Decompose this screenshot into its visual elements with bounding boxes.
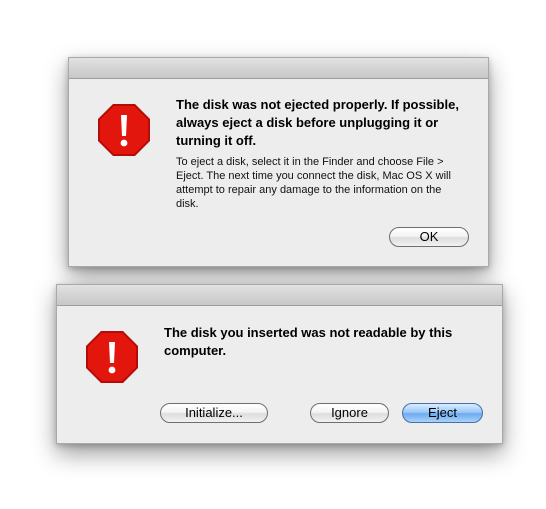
stop-alert-icon bbox=[98, 104, 150, 156]
disk-not-ejected-dialog: The disk was not ejected properly. If po… bbox=[68, 57, 489, 267]
alert-informative-text: To eject a disk, select it in the Finder… bbox=[176, 156, 451, 210]
initialize-button[interactable]: Initialize... bbox=[160, 403, 268, 423]
ignore-button[interactable]: Ignore bbox=[310, 403, 389, 423]
alert-message-title: The disk you inserted was not readable b… bbox=[164, 325, 453, 358]
stop-alert-icon bbox=[86, 331, 138, 383]
eject-button[interactable]: Eject bbox=[402, 403, 483, 423]
alert-message-title: The disk was not ejected properly. If po… bbox=[176, 97, 459, 148]
dialog-titlebar[interactable] bbox=[69, 58, 488, 79]
dialog-titlebar[interactable] bbox=[57, 285, 502, 306]
ok-button[interactable]: OK bbox=[389, 227, 469, 247]
disk-not-readable-dialog: The disk you inserted was not readable b… bbox=[56, 284, 503, 444]
